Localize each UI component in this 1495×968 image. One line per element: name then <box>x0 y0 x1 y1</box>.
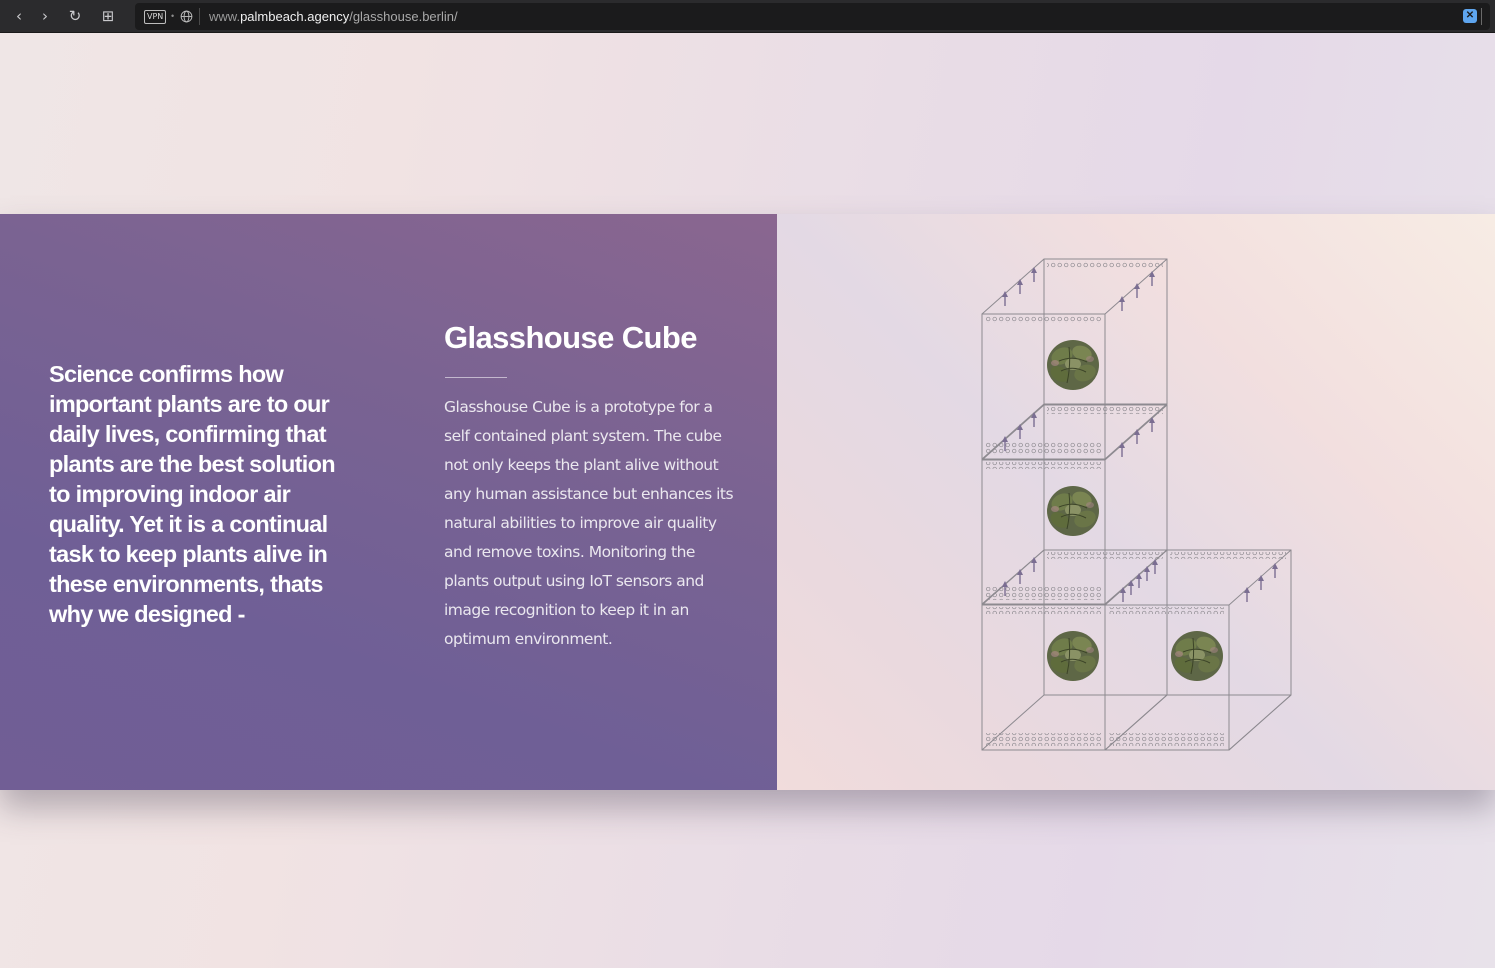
url-path: /glasshouse.berlin/ <box>349 9 458 24</box>
url-prefix: www. <box>209 9 241 24</box>
glasshouse-cube-illustration <box>981 258 1292 751</box>
reload-icon[interactable]: ↻ <box>65 6 85 26</box>
forward-icon[interactable]: › <box>35 6 55 26</box>
cube-wireframe <box>981 258 1292 751</box>
globe-icon <box>180 10 193 23</box>
url-field[interactable]: www.palmbeach.agency/glasshouse.berlin/ <box>209 8 458 25</box>
back-icon[interactable]: ‹ <box>9 6 29 26</box>
product-description: Glasshouse Cube is a prototype for a sel… <box>444 398 734 648</box>
browser-toolbar: ‹ › ↻ ⊞ VPN • www.palmbeach.agency/glass… <box>0 0 1495 33</box>
address-bar[interactable]: VPN • www.palmbeach.agency/glasshouse.be… <box>135 3 1490 30</box>
shield-icon[interactable]: ✕ <box>1463 9 1477 23</box>
intro-text: Science confirms how important plants ar… <box>49 361 336 627</box>
vent-holes <box>985 261 1286 746</box>
separator-dot: • <box>171 11 175 21</box>
vpn-badge[interactable]: VPN <box>144 10 167 24</box>
toolbar-divider <box>1481 8 1482 25</box>
plant-images <box>1046 339 1224 682</box>
title-divider <box>445 377 507 378</box>
url-host: palmbeach.agency <box>240 9 350 24</box>
address-divider <box>199 8 200 25</box>
illustration-panel <box>777 214 1495 790</box>
product-section: Science confirms how important plants ar… <box>0 214 1495 790</box>
text-panel: Science confirms how important plants ar… <box>0 214 777 790</box>
product-title: Glasshouse Cube <box>444 320 697 355</box>
tabs-grid-icon[interactable]: ⊞ <box>98 6 118 26</box>
